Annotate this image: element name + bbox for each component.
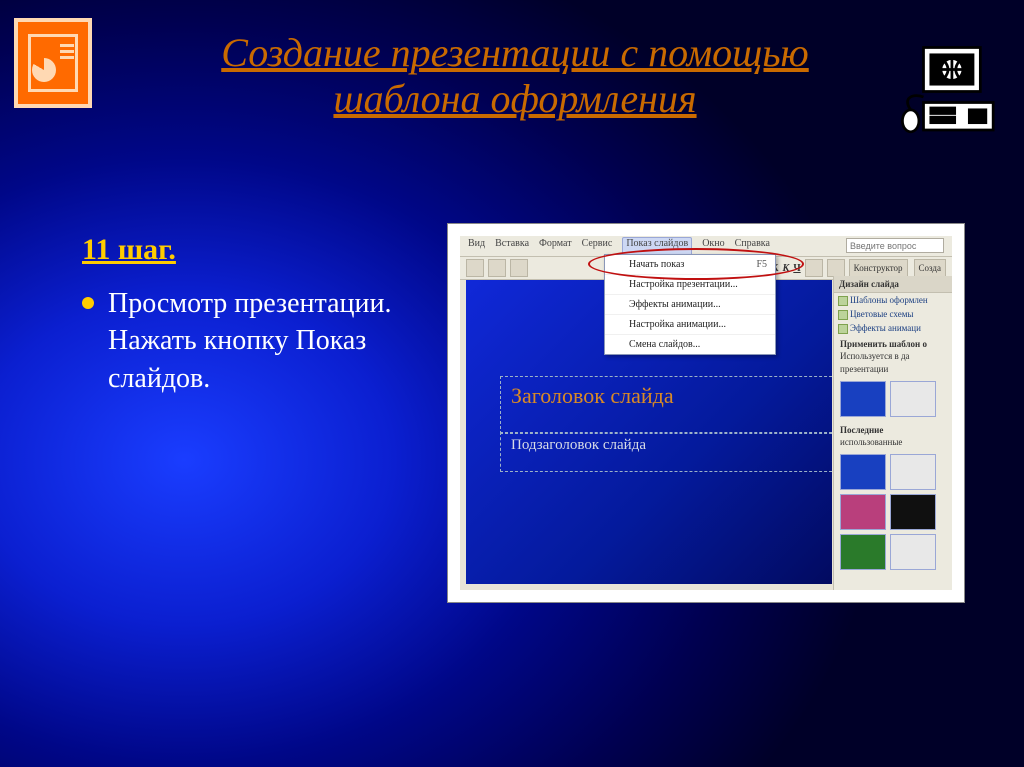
subtitle-placeholder[interactable]: Подзаголовок слайда [500, 432, 852, 472]
template-thumb[interactable] [840, 381, 886, 417]
toolbar-button[interactable] [510, 259, 528, 277]
tp-link-animation[interactable]: Эффекты анимаци [834, 321, 952, 335]
body-text: 11 шаг. Просмотр презентации. Нажать кно… [82, 230, 442, 398]
template-thumb[interactable] [840, 494, 886, 530]
template-thumb[interactable] [890, 534, 936, 570]
designer-button[interactable]: Конструктор [849, 259, 908, 277]
tp-used-thumbs [834, 377, 952, 421]
bullet-dot-icon [82, 297, 94, 309]
bullet-text: Просмотр презентации. Нажать кнопку Пока… [108, 285, 442, 398]
tp-apply-label: Применить шаблон о [834, 335, 952, 351]
tp-used-label-2: презентации [834, 364, 952, 377]
title-placeholder-text: Заголовок слайда [511, 383, 674, 408]
template-thumb[interactable] [840, 534, 886, 570]
menu-view[interactable]: Вид [468, 238, 485, 256]
menu-insert[interactable]: Вставка [495, 238, 529, 256]
designer-button-label: Конструктор [854, 263, 903, 273]
menu-item-animation-effects[interactable]: Эффекты анимации... [605, 294, 775, 314]
toolbar-button[interactable] [805, 259, 823, 277]
menu-item-custom-animation[interactable]: Настройка анимации... [605, 314, 775, 334]
computer-clipart-icon [896, 42, 1006, 152]
template-thumb[interactable] [890, 494, 936, 530]
task-pane-header: Дизайн слайда [834, 276, 952, 293]
title-placeholder[interactable]: Заголовок слайда [500, 376, 852, 434]
step-heading: 11 шаг. [82, 230, 442, 271]
menu-item-label: Смена слайдов... [629, 339, 700, 350]
tp-recent-label-1: Последние [834, 421, 952, 437]
create-slide-button-label: Созда [919, 263, 941, 273]
slide-title: Создание презентации с помощью шаблона о… [130, 30, 900, 122]
menu-item-slide-transition[interactable]: Смена слайдов... [605, 334, 775, 354]
create-slide-button[interactable]: Созда [914, 259, 946, 277]
menu-item-label: Эффекты анимации... [629, 299, 721, 310]
subtitle-placeholder-text: Подзаголовок слайда [511, 437, 646, 453]
menu-format[interactable]: Формат [539, 238, 572, 256]
highlight-oval [588, 248, 804, 280]
toolbar-button[interactable] [466, 259, 484, 277]
task-pane: Дизайн слайда Шаблоны оформлен Цветовые … [833, 276, 952, 590]
tp-recent-label-2: использованные [834, 437, 952, 450]
tp-recent-thumbs [834, 450, 952, 574]
template-thumb[interactable] [840, 454, 886, 490]
title-line-2: шаблона оформления [333, 76, 696, 121]
tp-used-label-1: Используется в да [834, 351, 952, 364]
bullet-item: Просмотр презентации. Нажать кнопку Пока… [82, 285, 442, 398]
menu-item-label: Настройка анимации... [629, 319, 726, 330]
toolbar-button[interactable] [827, 259, 845, 277]
powerpoint-icon [14, 18, 92, 108]
help-question-input[interactable] [846, 238, 944, 253]
menu-item-label: Настройка презентации... [629, 279, 738, 290]
slide: Создание презентации с помощью шаблона о… [0, 0, 1024, 767]
toolbar-button[interactable] [488, 259, 506, 277]
template-thumb[interactable] [890, 381, 936, 417]
tp-link-colorschemes[interactable]: Цветовые схемы [834, 307, 952, 321]
embedded-screenshot: Вид Вставка Формат Сервис Показ слайдов … [448, 224, 964, 602]
template-thumb[interactable] [890, 454, 936, 490]
title-line-1: Создание презентации с помощью [221, 30, 809, 75]
tp-link-templates[interactable]: Шаблоны оформлен [834, 293, 952, 307]
